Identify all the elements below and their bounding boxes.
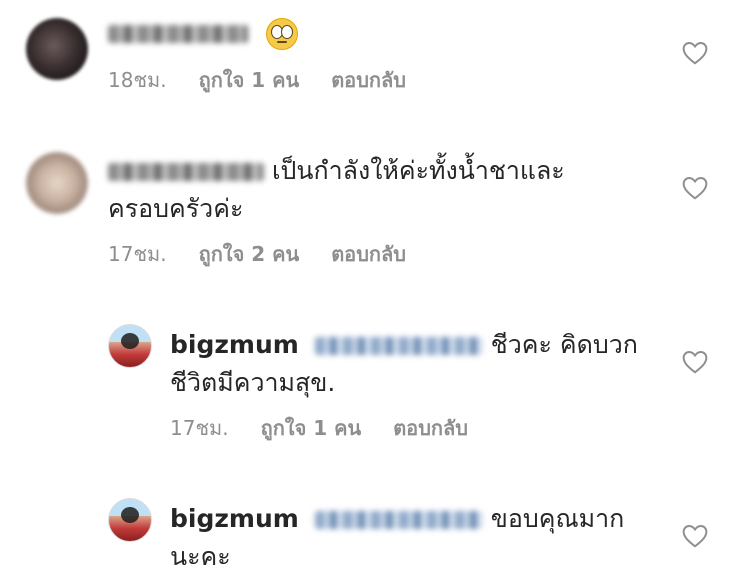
reply-text: ชีวิตมีความสุข.	[170, 368, 336, 397]
comment-meta: 17ชม. ถูกใจ 2 คน ตอบกลับ	[108, 240, 438, 268]
mention-link[interactable]	[314, 511, 483, 529]
avatar[interactable]	[26, 152, 88, 214]
username-link[interactable]: bigzmum	[170, 330, 299, 359]
eye-roll-emoji-icon	[266, 18, 298, 50]
avatar[interactable]	[26, 18, 88, 80]
blurred-username[interactable]	[108, 163, 264, 181]
comment-text-line: ครอบครัวค่ะ	[108, 192, 243, 226]
comment-text: เป็นกำลังให้ค่ะทั้งน้ำชาและ	[272, 156, 565, 185]
avatar[interactable]	[108, 498, 152, 542]
reply-time: 17ชม.	[170, 416, 229, 440]
comment-text: ครอบครัวค่ะ	[108, 194, 244, 223]
reply-button[interactable]: ตอบกลับ	[331, 68, 406, 92]
comment-text-line	[108, 16, 298, 50]
heart-outline-icon[interactable]	[682, 350, 708, 374]
reply-text: ชีวคะ คิดบวก	[490, 330, 638, 359]
reply-text: นะคะ	[170, 542, 231, 571]
reply-text: ขอบคุณมาก	[490, 504, 625, 533]
avatar[interactable]	[108, 324, 152, 368]
reply-text-line: bigzmum ขอบคุณมาก	[170, 502, 624, 536]
comment-text-line: เป็นกำลังให้ค่ะทั้งน้ำชาและ	[108, 154, 565, 188]
reply-button[interactable]: ตอบกลับ	[331, 242, 406, 266]
reply-likes[interactable]: ถูกใจ 1 คน	[261, 416, 362, 440]
reply-text-line: นะคะ	[170, 540, 231, 574]
reply-text-line: ชีวิตมีความสุข.	[170, 366, 335, 400]
username-link[interactable]: bigzmum	[170, 504, 299, 533]
heart-outline-icon[interactable]	[682, 524, 708, 548]
comment-likes[interactable]: ถูกใจ 1 คน	[199, 68, 300, 92]
heart-outline-icon[interactable]	[682, 176, 708, 200]
comment-meta: 18ชม. ถูกใจ 1 คน ตอบกลับ	[108, 66, 438, 94]
reply-button[interactable]: ตอบกลับ	[393, 416, 468, 440]
comment-time: 18ชม.	[108, 68, 167, 92]
blurred-username[interactable]	[108, 25, 248, 43]
reply-meta: 17ชม. ถูกใจ 1 คน ตอบกลับ	[170, 414, 500, 442]
mention-link[interactable]	[314, 337, 483, 355]
comment-likes[interactable]: ถูกใจ 2 คน	[199, 242, 300, 266]
heart-outline-icon[interactable]	[682, 41, 708, 65]
comment-time: 17ชม.	[108, 242, 167, 266]
reply-text-line: bigzmum ชีวคะ คิดบวก	[170, 328, 638, 362]
